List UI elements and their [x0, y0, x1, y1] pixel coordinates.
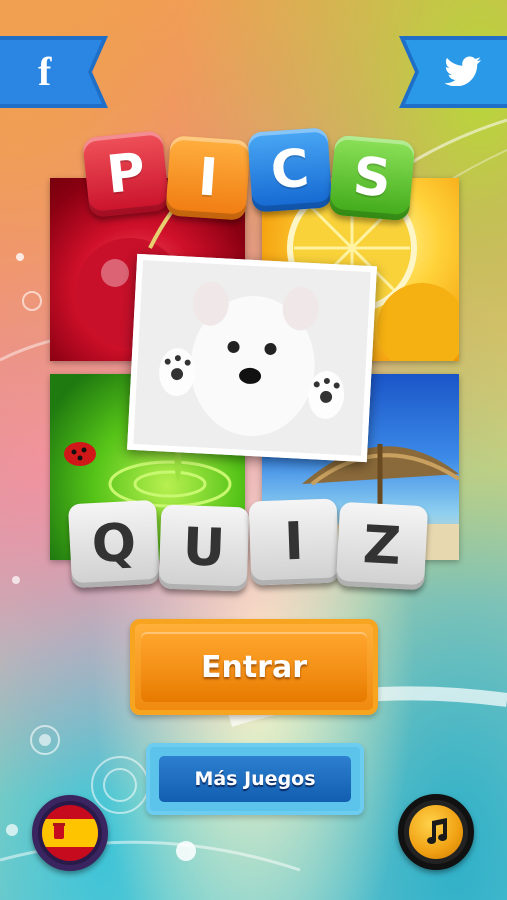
logo-letter-z: Z — [335, 501, 429, 591]
enter-button[interactable]: Entrar — [130, 619, 378, 715]
language-button[interactable] — [32, 795, 108, 871]
facebook-button[interactable]: f — [0, 36, 108, 108]
logo-letter-i: I — [165, 135, 251, 221]
logo-letter-q: Q — [67, 499, 161, 589]
logo-letter-p: P — [82, 130, 170, 218]
sound-toggle-button[interactable] — [398, 794, 474, 870]
logo-letter-c: C — [247, 127, 333, 213]
enter-button-label: Entrar — [141, 632, 367, 702]
twitter-icon — [443, 56, 483, 86]
music-note-icon — [409, 805, 463, 859]
logo-letter-i-2: I — [248, 498, 340, 586]
facebook-icon: f — [38, 49, 52, 94]
puppy-photo — [127, 253, 377, 463]
spain-flag-icon — [42, 805, 98, 861]
twitter-button[interactable] — [399, 36, 507, 108]
more-games-button[interactable]: Más Juegos — [146, 743, 364, 815]
more-games-button-label: Más Juegos — [159, 756, 351, 802]
logo-letter-u: U — [158, 504, 250, 592]
ribbon-shape — [0, 36, 108, 108]
logo-letter-s: S — [328, 134, 416, 222]
